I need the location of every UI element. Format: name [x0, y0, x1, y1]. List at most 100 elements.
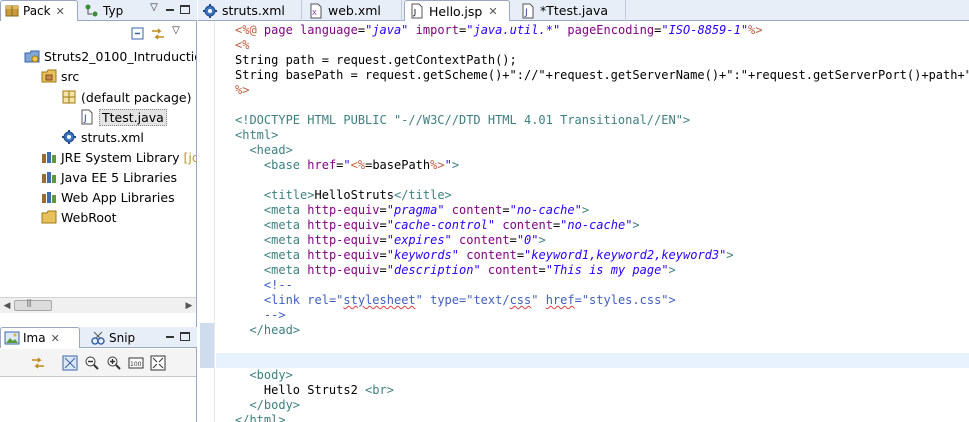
scroll-right-icon[interactable]: ▶ — [183, 300, 195, 312]
code-token: </title> — [393, 188, 452, 202]
minimize-icon[interactable] — [164, 331, 176, 343]
code-line[interactable]: <link rel="stylesheet" type="text/css" h… — [235, 293, 676, 308]
tree-item-webroot[interactable]: WebRoot — [41, 207, 117, 227]
tab-hello-jsp[interactable]: Hello.jsp ✕ — [404, 0, 510, 21]
code-line[interactable]: <head> — [235, 143, 292, 158]
java-file-icon: J — [520, 3, 536, 19]
code-line[interactable]: <body> — [235, 368, 293, 383]
tab-snippets[interactable]: Snip — [90, 327, 152, 348]
code-token: http-equiv — [307, 263, 380, 277]
tree-item-label: Web App Libraries — [61, 189, 175, 205]
code-token: <!DOCTYPE HTML PUBLIC "-//W3C//DTD HTML … — [235, 113, 691, 127]
code-line[interactable]: <% — [235, 38, 249, 53]
tree-item-label: (default package) — [81, 89, 192, 105]
code-line[interactable]: <meta http-equiv="description" content="… — [235, 263, 676, 278]
view-menu-icon[interactable]: ▽ — [148, 3, 160, 15]
code-token: rel=" — [307, 293, 344, 307]
code-line[interactable]: %> — [235, 83, 249, 98]
code-token: <meta — [263, 263, 308, 277]
code-line[interactable]: Hello Struts2 <br> — [235, 383, 394, 398]
tab-image-viewer[interactable]: Ima ✕ — [0, 327, 80, 348]
tree-horizontal-scrollbar[interactable]: ◀ ▶ — [0, 297, 196, 313]
code-token: String basePath = request.getScheme()+":… — [235, 68, 969, 82]
tab-package-explorer[interactable]: Pack ✕ — [0, 0, 78, 21]
tab-label: struts.xml — [222, 3, 285, 18]
zoom-in-icon[interactable] — [106, 355, 122, 371]
tree-item-ttest-java[interactable]: J Ttest.java — [79, 107, 167, 127]
tree-item-src[interactable]: src — [41, 66, 79, 86]
code-token: HelloStruts — [314, 188, 394, 202]
code-token: <meta — [263, 233, 308, 247]
image-view-toolbar: 100 — [30, 352, 166, 374]
tab-struts-xml[interactable]: struts.xml — [198, 0, 302, 21]
tree-item-jre-library[interactable]: JRE System Library [jdk — [41, 147, 196, 167]
tree-item-label: Struts2_0100_Intruduction — [44, 48, 196, 64]
code-token: Hello Struts2 — [235, 383, 366, 397]
fit-image-icon[interactable] — [62, 355, 78, 371]
fit-window-icon[interactable] — [150, 355, 166, 371]
collapse-all-icon[interactable] — [130, 26, 146, 42]
close-icon[interactable]: ✕ — [56, 5, 65, 18]
code-line[interactable]: <meta http-equiv="cache-control" content… — [235, 218, 640, 233]
code-token: <%@ — [235, 23, 264, 37]
code-token: > — [668, 263, 676, 277]
editor-gutter[interactable] — [198, 21, 215, 422]
code-token: "keyword1,keyword2,keyword3" — [524, 248, 727, 262]
code-line[interactable]: String basePath = request.getScheme()+":… — [235, 68, 969, 83]
code-token: " — [444, 158, 452, 172]
maximize-icon[interactable] — [180, 332, 190, 341]
tree-item-label: struts.xml — [81, 129, 144, 145]
code-line[interactable]: <base href="<%=basePath%>"> — [235, 158, 459, 173]
tab-type-hierarchy[interactable]: Typ — [84, 0, 144, 21]
code-token: content — [466, 248, 517, 262]
code-line[interactable]: <!DOCTYPE HTML PUBLIC "-//W3C//DTD HTML … — [235, 113, 690, 128]
sync-icon[interactable] — [30, 355, 46, 371]
original-size-icon[interactable]: 100 — [128, 355, 144, 371]
tab-web-xml[interactable]: X web.xml — [304, 0, 402, 21]
tree-item-webapp-libraries[interactable]: Web App Libraries — [41, 187, 175, 207]
tree-item-project[interactable]: Struts2_0100_Intruduction — [24, 46, 196, 66]
code-line[interactable]: <!-- — [235, 278, 293, 293]
code-line[interactable]: <title>HelloStruts</title> — [235, 188, 452, 203]
tab-ttest-java[interactable]: J *Ttest.java — [516, 0, 626, 21]
view-menu-icon[interactable]: ▽ — [170, 26, 182, 38]
code-line[interactable]: </html> — [235, 413, 286, 422]
project-icon — [24, 48, 40, 64]
zoom-out-icon[interactable] — [84, 355, 100, 371]
close-icon[interactable]: ✕ — [51, 332, 60, 345]
code-line[interactable]: <meta http-equiv="expires" content="0"> — [235, 233, 546, 248]
scrollbar-thumb[interactable] — [14, 298, 52, 311]
tree-item-javaee-libraries[interactable]: Java EE 5 Libraries — [41, 167, 177, 187]
close-icon[interactable]: ✕ — [488, 5, 497, 18]
code-line[interactable]: </head> — [235, 323, 300, 338]
code-token: = — [357, 23, 366, 37]
code-line[interactable]: <%@ page language="java" import="java.ut… — [235, 23, 763, 38]
tree-item-struts-xml[interactable]: struts.xml — [61, 127, 144, 147]
tab-label: *Ttest.java — [540, 3, 609, 18]
svg-text:J: J — [524, 8, 528, 18]
code-line[interactable]: <meta http-equiv="keywords" content="key… — [235, 248, 734, 263]
code-token: <% — [350, 158, 366, 172]
code-line[interactable]: <meta http-equiv="pragma" content="no-ca… — [235, 203, 589, 218]
code-token: <body> — [249, 368, 293, 382]
code-token: pageEncoding — [567, 23, 655, 37]
code-line[interactable]: --> — [235, 308, 286, 323]
code-line[interactable]: </body> — [235, 398, 300, 413]
maximize-icon[interactable] — [180, 5, 190, 14]
code-line[interactable]: <html> — [235, 128, 278, 143]
code-line[interactable]: String path = request.getContextPath(); — [235, 53, 517, 68]
tab-label: Hello.jsp — [429, 3, 483, 19]
minimize-icon[interactable] — [164, 4, 176, 16]
link-with-editor-icon[interactable] — [150, 26, 166, 42]
image-canvas — [0, 376, 196, 422]
scroll-left-icon[interactable]: ◀ — [1, 300, 13, 312]
tree-item-default-package[interactable]: (default package) — [61, 87, 191, 107]
